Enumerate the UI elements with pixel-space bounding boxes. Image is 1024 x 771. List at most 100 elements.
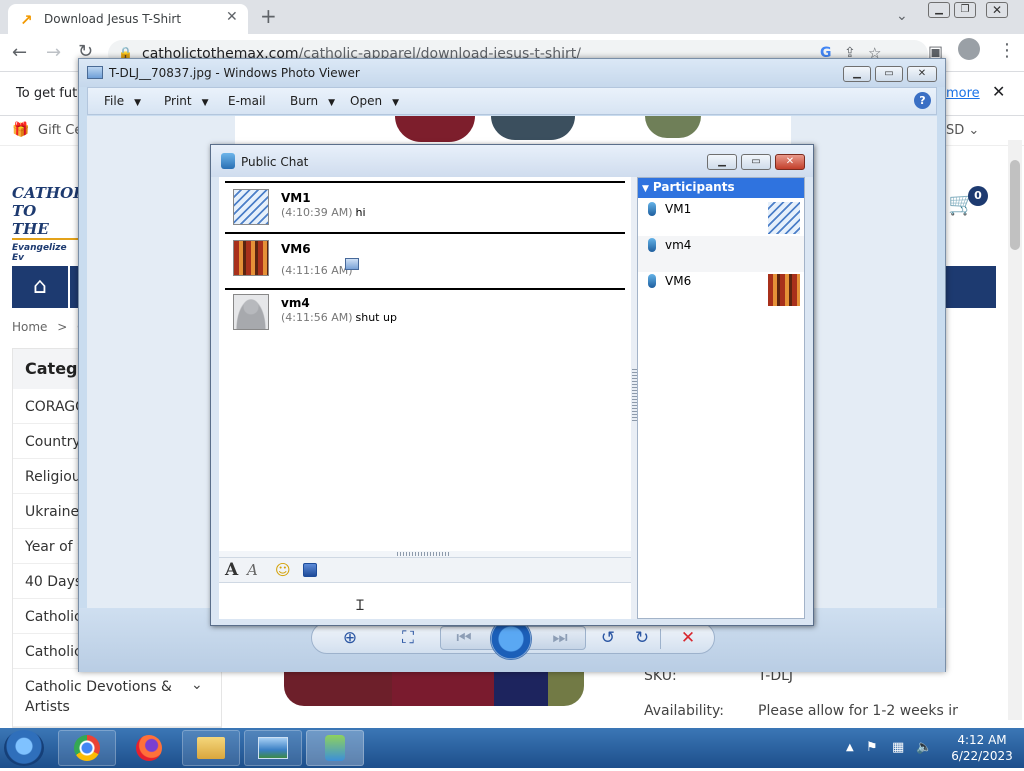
participant-item[interactable]: VM1 bbox=[638, 200, 804, 236]
menu-print[interactable]: Print ▼ bbox=[164, 94, 209, 108]
actual-size-icon[interactable]: ⛶ bbox=[396, 627, 420, 649]
dropdown-arrow-icon: ▼ bbox=[328, 98, 336, 108]
chat-message: vm4 (4:11:56 AM) shut up bbox=[225, 288, 625, 336]
forward-arrow-icon[interactable]: → bbox=[46, 42, 61, 63]
chat-title: Public Chat bbox=[241, 155, 309, 169]
photo-viewer-title: T-DLJ__70837.jpg - Windows Photo Viewer bbox=[109, 66, 360, 80]
menu-burn[interactable]: Burn ▼ bbox=[290, 94, 335, 108]
photo-viewer-taskbar-icon[interactable] bbox=[244, 730, 302, 766]
logo-line-2: TO THE bbox=[12, 202, 78, 240]
chevron-down-icon[interactable]: ⌄ bbox=[191, 675, 203, 695]
participant-item[interactable]: vm4 bbox=[638, 236, 804, 272]
availability-label: Availability: bbox=[644, 703, 725, 719]
zoom-icon[interactable]: ⊕ bbox=[338, 627, 362, 649]
participant-name: VM6 bbox=[665, 274, 692, 288]
previous-icon[interactable]: ⏮ bbox=[452, 627, 476, 649]
chat-maximize-button[interactable]: ▭ bbox=[741, 154, 771, 170]
browser-minimize-button[interactable]: ▁ bbox=[928, 2, 950, 18]
participant-status-icon bbox=[648, 274, 656, 288]
currency-selector[interactable]: SD ⌄ bbox=[946, 123, 979, 138]
dropdown-arrow-icon: ▼ bbox=[201, 98, 209, 108]
firefox-taskbar-icon[interactable] bbox=[120, 730, 178, 766]
back-arrow-icon[interactable]: ← bbox=[12, 42, 27, 63]
message-sender: VM1 bbox=[281, 191, 311, 205]
tab-search-chevron-icon[interactable]: ⌄ bbox=[896, 8, 908, 24]
menu-print-label: Print bbox=[164, 94, 192, 108]
delete-icon[interactable]: ✕ bbox=[676, 627, 700, 649]
chat-app-icon bbox=[221, 153, 235, 169]
dropdown-arrow-icon: ▼ bbox=[392, 98, 399, 108]
browser-restore-button[interactable]: ❐ bbox=[954, 2, 976, 18]
photo-viewer-menubar: File ▼ Print ▼ E-mail Burn ▼ Open ▼ ? bbox=[87, 87, 937, 115]
site-favicon-icon: ↗ bbox=[20, 11, 33, 29]
infobar-learn-more-link[interactable]: more bbox=[946, 86, 980, 101]
volume-muted-icon[interactable]: 🔈 bbox=[916, 740, 932, 755]
show-hidden-icons-icon[interactable]: ▲ bbox=[846, 742, 854, 753]
text-cursor-icon: Ｉ bbox=[353, 598, 367, 614]
font-color-icon[interactable]: A bbox=[247, 561, 258, 579]
viewer-minimize-button[interactable]: ▁ bbox=[843, 66, 871, 82]
menu-open-label: Open bbox=[350, 94, 383, 108]
chat-close-button[interactable]: ✕ bbox=[775, 154, 805, 170]
emoticon-icon[interactable]: ☺ bbox=[275, 561, 291, 579]
gift-card-link[interactable]: Gift Ce bbox=[38, 123, 82, 138]
new-tab-button[interactable]: + bbox=[260, 4, 277, 28]
chat-minimize-button[interactable]: ▁ bbox=[707, 154, 737, 170]
category-item-devotions[interactable]: Catholic Devotions & Artists ⌄ bbox=[13, 669, 221, 727]
infobar-close-icon[interactable]: ✕ bbox=[992, 82, 1005, 101]
breadcrumb-separator: > bbox=[57, 320, 68, 334]
tab-close-icon[interactable]: ✕ bbox=[226, 9, 238, 25]
chat-taskbar-icon[interactable] bbox=[306, 730, 364, 766]
font-icon[interactable]: A bbox=[225, 560, 238, 580]
clock-time: 4:12 AM bbox=[957, 733, 1007, 747]
menu-open[interactable]: Open ▼ bbox=[350, 94, 399, 108]
network-icon[interactable]: ▦ bbox=[892, 740, 904, 755]
browser-close-button[interactable]: ✕ bbox=[986, 2, 1008, 18]
participants-header[interactable]: ▼ Participants bbox=[638, 178, 804, 198]
avatar bbox=[233, 240, 269, 276]
message-meta: (4:11:56 AM) shut up bbox=[281, 311, 397, 324]
site-logo[interactable]: CATHOL TO THE Evangelize Ev bbox=[12, 184, 84, 263]
explorer-taskbar-icon[interactable] bbox=[182, 730, 240, 766]
breadcrumb-home[interactable]: Home bbox=[12, 320, 47, 334]
participant-status-icon bbox=[648, 202, 656, 216]
shirt-fragment-teal bbox=[491, 116, 575, 140]
file-transfer-icon[interactable] bbox=[345, 258, 359, 270]
action-center-flag-icon[interactable]: ⚑ bbox=[866, 740, 878, 755]
page-scrollbar-thumb[interactable] bbox=[1010, 160, 1020, 250]
photo-viewer-controls: ⊕ ⛶ ⏮ ⏭ ↺ ↻ ✕ bbox=[311, 618, 715, 660]
viewer-maximize-button[interactable]: ▭ bbox=[875, 66, 903, 82]
menu-email[interactable]: E-mail bbox=[228, 94, 266, 108]
chat-message: VM1 (4:10:39 AM) hi bbox=[225, 181, 625, 229]
public-chat-window: Public Chat ▁ ▭ ✕ VM1 (4:10:39 AM) hi VM6… bbox=[210, 144, 814, 626]
participant-item[interactable]: VM6 bbox=[638, 272, 804, 308]
chat-message-input[interactable]: Ｉ bbox=[219, 583, 631, 619]
start-button[interactable] bbox=[4, 730, 44, 766]
gift-icon: 🎁 bbox=[12, 122, 30, 138]
rotate-right-icon[interactable]: ↻ bbox=[630, 627, 654, 649]
participant-avatar bbox=[768, 202, 800, 234]
logo-line-1: CATHOL bbox=[12, 184, 84, 202]
chrome-taskbar-icon[interactable] bbox=[58, 730, 116, 766]
message-text: shut up bbox=[355, 311, 397, 324]
rotate-left-icon[interactable]: ↺ bbox=[596, 627, 620, 649]
help-icon[interactable]: ? bbox=[914, 92, 931, 109]
browser-menu-icon[interactable]: ⋮ bbox=[998, 40, 1016, 61]
participant-avatar bbox=[768, 274, 800, 306]
control-divider bbox=[660, 629, 661, 649]
menu-file[interactable]: File ▼ bbox=[104, 94, 141, 108]
collapse-triangle-icon: ▼ bbox=[642, 184, 649, 194]
product-image-fragment bbox=[284, 670, 584, 706]
taskbar-clock[interactable]: 4:12 AM 6/22/2023 bbox=[944, 732, 1020, 764]
next-icon[interactable]: ⏭ bbox=[548, 627, 572, 649]
clock-date: 6/22/2023 bbox=[951, 749, 1013, 763]
home-icon[interactable]: ⌂ bbox=[12, 266, 70, 308]
profile-avatar-icon[interactable] bbox=[958, 38, 980, 60]
avatar bbox=[233, 294, 269, 330]
shirt-fragment-red bbox=[395, 116, 475, 142]
save-icon[interactable] bbox=[303, 563, 317, 577]
formatting-toolbar: A A ☺ bbox=[219, 557, 631, 583]
devotions-label-line1: Catholic Devotions & bbox=[25, 679, 172, 695]
browser-tab[interactable]: ↗ Download Jesus T-Shirt ✕ bbox=[8, 4, 248, 34]
viewer-close-button[interactable]: ✕ bbox=[907, 66, 937, 82]
